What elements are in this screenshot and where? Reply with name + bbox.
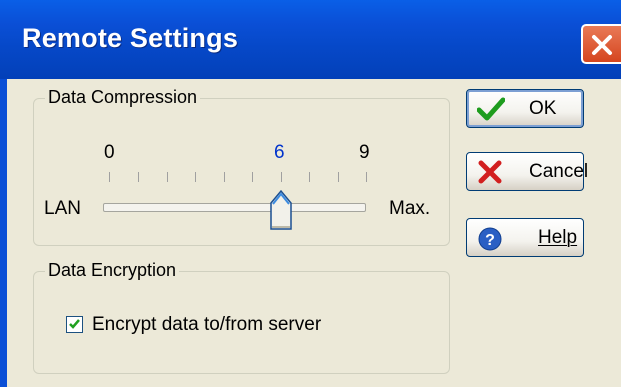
slider-tick bbox=[366, 172, 367, 182]
compression-slider-thumb[interactable] bbox=[269, 189, 293, 236]
x-icon bbox=[478, 160, 502, 184]
cancel-button-label: Cancel bbox=[529, 161, 589, 182]
tick-label-max: 9 bbox=[359, 142, 370, 163]
window-border bbox=[0, 79, 7, 387]
tick-label-current: 6 bbox=[274, 142, 285, 163]
remote-settings-dialog: Remote Settings Data Compression 0 6 9 L… bbox=[0, 0, 621, 387]
slider-tick bbox=[338, 172, 339, 182]
help-button[interactable]: ? Help bbox=[466, 218, 584, 257]
slider-tick bbox=[195, 172, 196, 182]
slider-tick bbox=[281, 172, 282, 182]
checkmark-icon bbox=[477, 97, 505, 121]
tick-label-min: 0 bbox=[104, 142, 115, 163]
close-icon bbox=[592, 35, 612, 55]
data-compression-label: Data Compression bbox=[45, 87, 201, 108]
slider-tick bbox=[252, 172, 253, 182]
slider-tick bbox=[309, 172, 310, 182]
help-icon: ? bbox=[478, 227, 502, 251]
cancel-button[interactable]: Cancel bbox=[466, 152, 588, 191]
slider-max-label: Max. bbox=[389, 198, 431, 219]
ok-button-label: OK bbox=[529, 98, 557, 119]
slider-tick bbox=[138, 172, 139, 182]
encrypt-checkbox-label[interactable]: Encrypt data to/from server bbox=[92, 314, 321, 336]
compression-slider-track[interactable] bbox=[103, 203, 366, 212]
slider-tick bbox=[167, 172, 168, 182]
slider-tick bbox=[224, 172, 225, 182]
close-button[interactable] bbox=[581, 24, 621, 64]
window-title: Remote Settings bbox=[22, 23, 239, 53]
encrypt-checkbox[interactable] bbox=[66, 316, 83, 333]
slider-tick bbox=[109, 172, 110, 182]
help-button-label: Help bbox=[538, 227, 578, 248]
slider-min-label: LAN bbox=[44, 198, 81, 219]
ok-button[interactable]: OK bbox=[466, 89, 584, 128]
checkmark-icon bbox=[69, 319, 80, 329]
data-compression-group bbox=[33, 98, 450, 246]
title-bar[interactable]: Remote Settings bbox=[0, 0, 621, 79]
svg-text:?: ? bbox=[485, 232, 495, 249]
data-encryption-label: Data Encryption bbox=[45, 260, 180, 281]
